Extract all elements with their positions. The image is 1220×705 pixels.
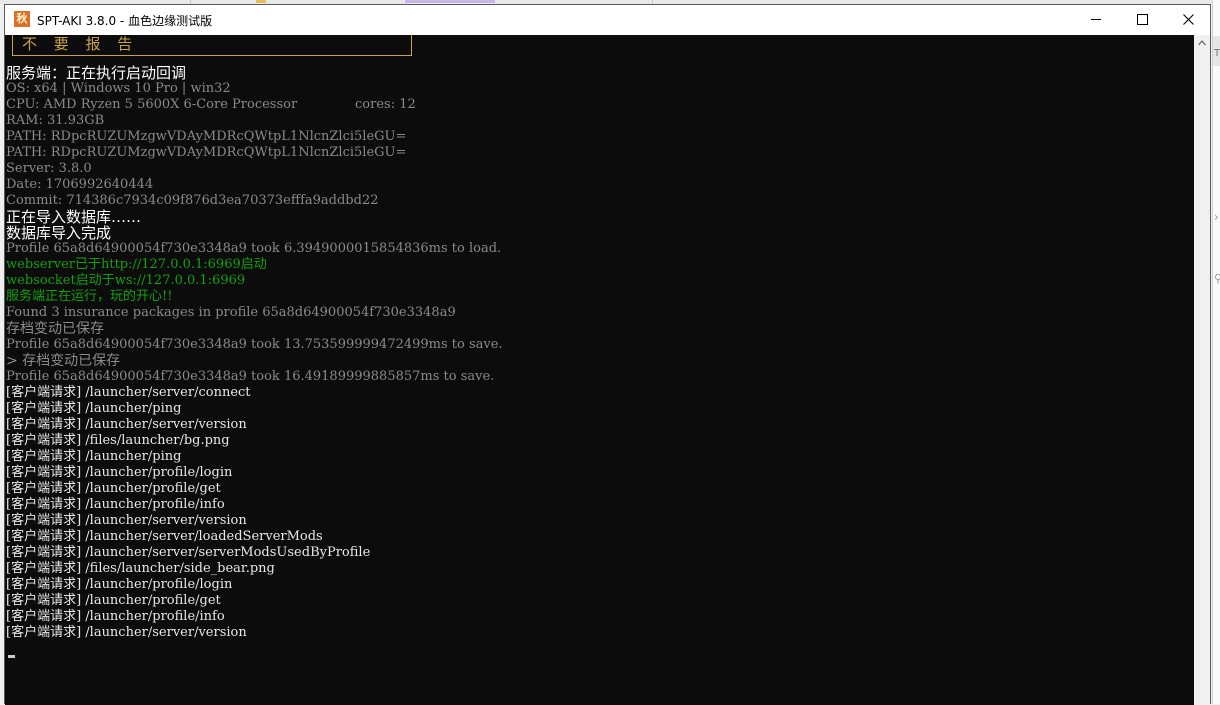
log-line: [客户端请求] /launcher/ping bbox=[6, 449, 182, 464]
log-line: [客户端请求] /files/launcher/bg.png bbox=[6, 433, 230, 448]
log-line: [客户端请求] /launcher/profile/login bbox=[6, 465, 233, 480]
app-icon: 秋 bbox=[14, 11, 30, 27]
window-title: SPT-AKI 3.8.0 - 血色边缘测试版 bbox=[37, 14, 213, 28]
log-line: 数据库导入完成 bbox=[6, 224, 112, 242]
minimize-button[interactable] bbox=[1073, 5, 1119, 34]
warning-banner-text: 不 要 报 告 bbox=[22, 35, 139, 53]
console-output[interactable]: 不 要 报 告 服务端：正在执行启动回调 OS: x64 | Windows 10… bbox=[5, 35, 1194, 705]
log-line: Server: 3.8.0 bbox=[6, 161, 92, 176]
log-line: [客户端请求] /launcher/server/version bbox=[6, 625, 247, 640]
log-line: PATH: RDpcRUZUMzgwVDAyMDRcQWtpL1NlcnZlci… bbox=[6, 129, 407, 144]
vertical-scrollbar[interactable] bbox=[1194, 35, 1210, 705]
log-line: [客户端请求] /launcher/server/version bbox=[6, 417, 247, 432]
log-line: [客户端请求] /launcher/server/serverModsUsedB… bbox=[6, 545, 371, 560]
log-line: Date: 1706992640444 bbox=[6, 177, 154, 192]
log-line: [客户端请求] /launcher/server/connect bbox=[6, 385, 251, 400]
log-line: [客户端请求] /launcher/profile/info bbox=[6, 609, 225, 624]
log-line: PATH: RDpcRUZUMzgwVDAyMDRcQWtpL1NlcnZlci… bbox=[6, 145, 407, 160]
log-line: websocket启动于ws://127.0.0.1:6969 bbox=[6, 273, 246, 288]
log-line: 存档变动已保存 bbox=[6, 321, 104, 337]
scroll-up-arrow-icon bbox=[1198, 40, 1206, 46]
background-tab-highlight bbox=[405, 0, 495, 3]
log-line: [客户端请求] /launcher/profile/get bbox=[6, 481, 221, 496]
log-line: webserver已于http://127.0.0.1:6969启动 bbox=[6, 257, 267, 272]
log-line: 正在导入数据库…… bbox=[6, 208, 142, 226]
log-line: [客户端请求] /launcher/profile/info bbox=[6, 497, 225, 512]
log-line: [客户端请求] /launcher/profile/get bbox=[6, 593, 221, 608]
log-line: Profile 65a8d64900054f730e3348a9 took 16… bbox=[6, 369, 495, 384]
log-line: 服务端：正在执行启动回调 bbox=[6, 64, 187, 82]
text-cursor bbox=[8, 655, 15, 658]
log-line: [客户端请求] /launcher/server/version bbox=[6, 513, 247, 528]
close-button[interactable] bbox=[1165, 5, 1211, 34]
log-line: > 存档变动已保存 bbox=[6, 353, 121, 369]
log-line: [客户端请求] /launcher/profile/login bbox=[6, 577, 233, 592]
close-icon bbox=[1183, 14, 1194, 25]
title-bar[interactable]: 秋 SPT-AKI 3.8.0 - 血色边缘测试版 bbox=[5, 5, 1210, 35]
maximize-button[interactable] bbox=[1119, 5, 1165, 34]
log-line: OS: x64 | Windows 10 Pro | win32 bbox=[6, 81, 231, 96]
scroll-up-button[interactable] bbox=[1194, 35, 1210, 51]
log-line: 服务端正在运行，玩的开心!! bbox=[6, 289, 173, 304]
log-line: Profile 65a8d64900054f730e3348a9 took 13… bbox=[6, 337, 503, 352]
background-tab-marker bbox=[256, 0, 266, 3]
log-line: Found 3 insurance packages in profile 65… bbox=[6, 305, 456, 320]
log-line: [客户端请求] /launcher/ping bbox=[6, 401, 182, 416]
log-line: [客户端请求] /files/launcher/side_bear.png bbox=[6, 561, 275, 576]
log-line: CPU: AMD Ryzen 5 5600X 6-Core Processor … bbox=[6, 97, 416, 112]
log-line: [客户端请求] /launcher/server/loadedServerMod… bbox=[6, 529, 323, 544]
log-lines: 服务端：正在执行启动回调 OS: x64 | Windows 10 Pro | w… bbox=[6, 65, 1186, 641]
console-window[interactable]: 秋 SPT-AKI 3.8.0 - 血色边缘测试版 不 要 报 告 服务端：正在… bbox=[4, 4, 1211, 705]
background-window-chevron-icon: › bbox=[1214, 210, 1219, 224]
log-line: RAM: 31.93GB bbox=[6, 113, 105, 128]
log-line: Profile 65a8d64900054f730e3348a9 took 6.… bbox=[6, 241, 502, 256]
background-window-text: T3 bbox=[1214, 48, 1220, 59]
background-window-edge: T3 › ⚲ bbox=[1212, 0, 1220, 704]
warning-banner: 不 要 报 告 bbox=[12, 35, 412, 56]
background-window-search-icon: ⚲ bbox=[1214, 272, 1220, 285]
log-line: Commit: 714386c7934c09f876d3ea70373efffa… bbox=[6, 193, 379, 208]
